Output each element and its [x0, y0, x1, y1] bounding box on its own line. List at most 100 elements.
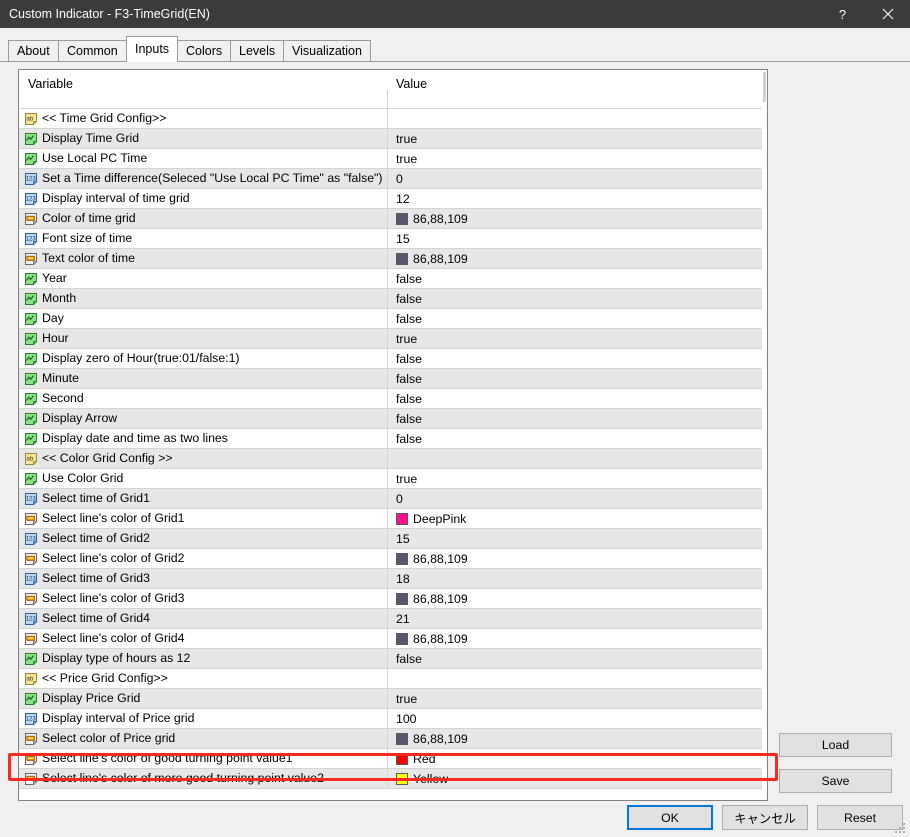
scrollbar-thumb[interactable]: [763, 72, 766, 102]
row-variable-label: Set a Time difference(Seleced "Use Local…: [42, 171, 383, 185]
row-value-cell[interactable]: false: [396, 649, 422, 669]
row-value-cell[interactable]: 15: [396, 229, 410, 249]
load-button[interactable]: Load: [779, 733, 892, 757]
ok-button[interactable]: OK: [627, 805, 713, 830]
row-value-cell[interactable]: true: [396, 329, 417, 349]
table-row[interactable]: Year false: [19, 269, 767, 289]
row-value-cell[interactable]: false: [396, 409, 422, 429]
close-button[interactable]: [865, 0, 910, 28]
row-value-cell[interactable]: true: [396, 469, 417, 489]
table-row[interactable]: ab << Price Grid Config>>: [19, 669, 767, 689]
table-row[interactable]: Use Local PC Time true: [19, 149, 767, 169]
table-row[interactable]: Select line's color of Grid3 86,88,109: [19, 589, 767, 609]
table-row[interactable]: 123 Font size of time 15: [19, 229, 767, 249]
row-value-cell[interactable]: 86,88,109: [396, 629, 468, 649]
tab-levels[interactable]: Levels: [230, 40, 285, 62]
tab-common[interactable]: Common: [58, 40, 127, 62]
row-value-cell[interactable]: 86,88,109: [396, 209, 468, 229]
row-value-cell[interactable]: 86,88,109: [396, 729, 468, 749]
row-value-text: 86,88,109: [413, 631, 468, 646]
row-value-cell[interactable]: false: [396, 349, 422, 369]
table-row[interactable]: Select line's color of Grid1 DeepPink: [19, 509, 767, 529]
row-value-cell[interactable]: false: [396, 289, 422, 309]
row-value-cell[interactable]: true: [396, 129, 417, 149]
integer-param-icon: 123: [24, 192, 38, 206]
row-value-cell[interactable]: Red: [396, 749, 436, 769]
row-value-text: 86,88,109: [413, 551, 468, 566]
table-row[interactable]: Select line's color of Grid4 86,88,109: [19, 629, 767, 649]
row-value-text: true: [396, 691, 418, 706]
resize-grip[interactable]: [895, 823, 907, 835]
tab-colors[interactable]: Colors: [177, 40, 232, 62]
row-value-cell[interactable]: false: [396, 369, 422, 389]
row-value-text: false: [396, 651, 422, 666]
table-row[interactable]: 123 Set a Time difference(Seleced "Use Lo…: [19, 169, 767, 189]
table-row[interactable]: 123 Select time of Grid3 18: [19, 569, 767, 589]
table-row[interactable]: Hour true: [19, 329, 767, 349]
table-row[interactable]: Use Color Grid true: [19, 469, 767, 489]
table-row[interactable]: Display Arrow false: [19, 409, 767, 429]
table-row[interactable]: 123 Select time of Grid2 15: [19, 529, 767, 549]
tab-inputs[interactable]: Inputs: [126, 36, 179, 62]
row-value-cell[interactable]: 18: [396, 569, 410, 589]
reset-button[interactable]: Reset: [817, 805, 903, 830]
row-value-cell[interactable]: 100: [396, 709, 417, 729]
table-row[interactable]: Display zero of Hour(true:01/false:1) fal…: [19, 349, 767, 369]
row-value-cell[interactable]: 0: [396, 489, 403, 509]
row-variable-label: Select line's color of Grid3: [42, 591, 185, 605]
table-row[interactable]: Display Time Grid true: [19, 129, 767, 149]
tab-visualization[interactable]: Visualization: [283, 40, 371, 62]
boolean-param-icon: [24, 432, 38, 446]
table-row[interactable]: ab << Time Grid Config>>: [19, 109, 767, 129]
help-button[interactable]: ?: [820, 0, 865, 28]
table-row[interactable]: Display type of hours as 12 false: [19, 649, 767, 669]
row-value-cell[interactable]: false: [396, 389, 422, 409]
table-row[interactable]: Minute false: [19, 369, 767, 389]
table-row[interactable]: Select color of Price grid 86,88,109: [19, 729, 767, 749]
row-value-cell[interactable]: 0: [396, 169, 403, 189]
row-value-cell[interactable]: false: [396, 309, 422, 329]
table-row[interactable]: Day false: [19, 309, 767, 329]
table-scrollbar[interactable]: [762, 70, 767, 800]
table-row[interactable]: Display Price Grid true: [19, 689, 767, 709]
row-value-cell[interactable]: true: [396, 689, 417, 709]
table-row[interactable]: Text color of time 86,88,109: [19, 249, 767, 269]
row-value-cell[interactable]: 15: [396, 529, 410, 549]
column-divider: [387, 549, 388, 569]
table-row[interactable]: Select line's color of more good turning…: [19, 769, 767, 789]
row-value-cell[interactable]: DeepPink: [396, 509, 466, 529]
row-value-cell[interactable]: 86,88,109: [396, 249, 468, 269]
table-row[interactable]: Second false: [19, 389, 767, 409]
table-row[interactable]: Display date and time as two lines false: [19, 429, 767, 449]
table-row[interactable]: Color of time grid 86,88,109: [19, 209, 767, 229]
row-value-cell[interactable]: false: [396, 429, 422, 449]
save-button[interactable]: Save: [779, 769, 892, 793]
cancel-button[interactable]: キャンセル: [722, 805, 808, 830]
row-value-cell[interactable]: 86,88,109: [396, 589, 468, 609]
row-value-cell[interactable]: 12: [396, 189, 410, 209]
table-row[interactable]: Select line's color of good turning poin…: [19, 749, 767, 769]
tab-about[interactable]: About: [8, 40, 59, 62]
table-row[interactable]: Select line's color of Grid2 86,88,109: [19, 549, 767, 569]
color-param-icon: [24, 552, 38, 566]
row-value-cell[interactable]: Yellow: [396, 769, 448, 789]
table-row[interactable]: 123 Select time of Grid4 21: [19, 609, 767, 629]
column-divider: [387, 429, 388, 449]
row-value-cell[interactable]: 21: [396, 609, 410, 629]
table-row[interactable]: ab << Color Grid Config >>: [19, 449, 767, 469]
row-variable-label: Use Color Grid: [42, 471, 124, 485]
string-param-icon: ab: [24, 672, 38, 686]
column-divider: [387, 649, 388, 669]
close-icon: [882, 8, 894, 20]
row-value-cell[interactable]: true: [396, 149, 417, 169]
string-param-icon: ab: [24, 452, 38, 466]
row-value-cell[interactable]: false: [396, 269, 422, 289]
table-row[interactable]: 123 Select time of Grid1 0: [19, 489, 767, 509]
row-value-cell[interactable]: 86,88,109: [396, 549, 468, 569]
table-row[interactable]: Month false: [19, 289, 767, 309]
integer-param-icon: 123: [24, 232, 38, 246]
table-row[interactable]: 123 Display interval of time grid 12: [19, 189, 767, 209]
tab-label: Levels: [239, 44, 276, 58]
table-row[interactable]: 123 Display interval of Price grid 100: [19, 709, 767, 729]
load-button-label: Load: [821, 738, 850, 752]
